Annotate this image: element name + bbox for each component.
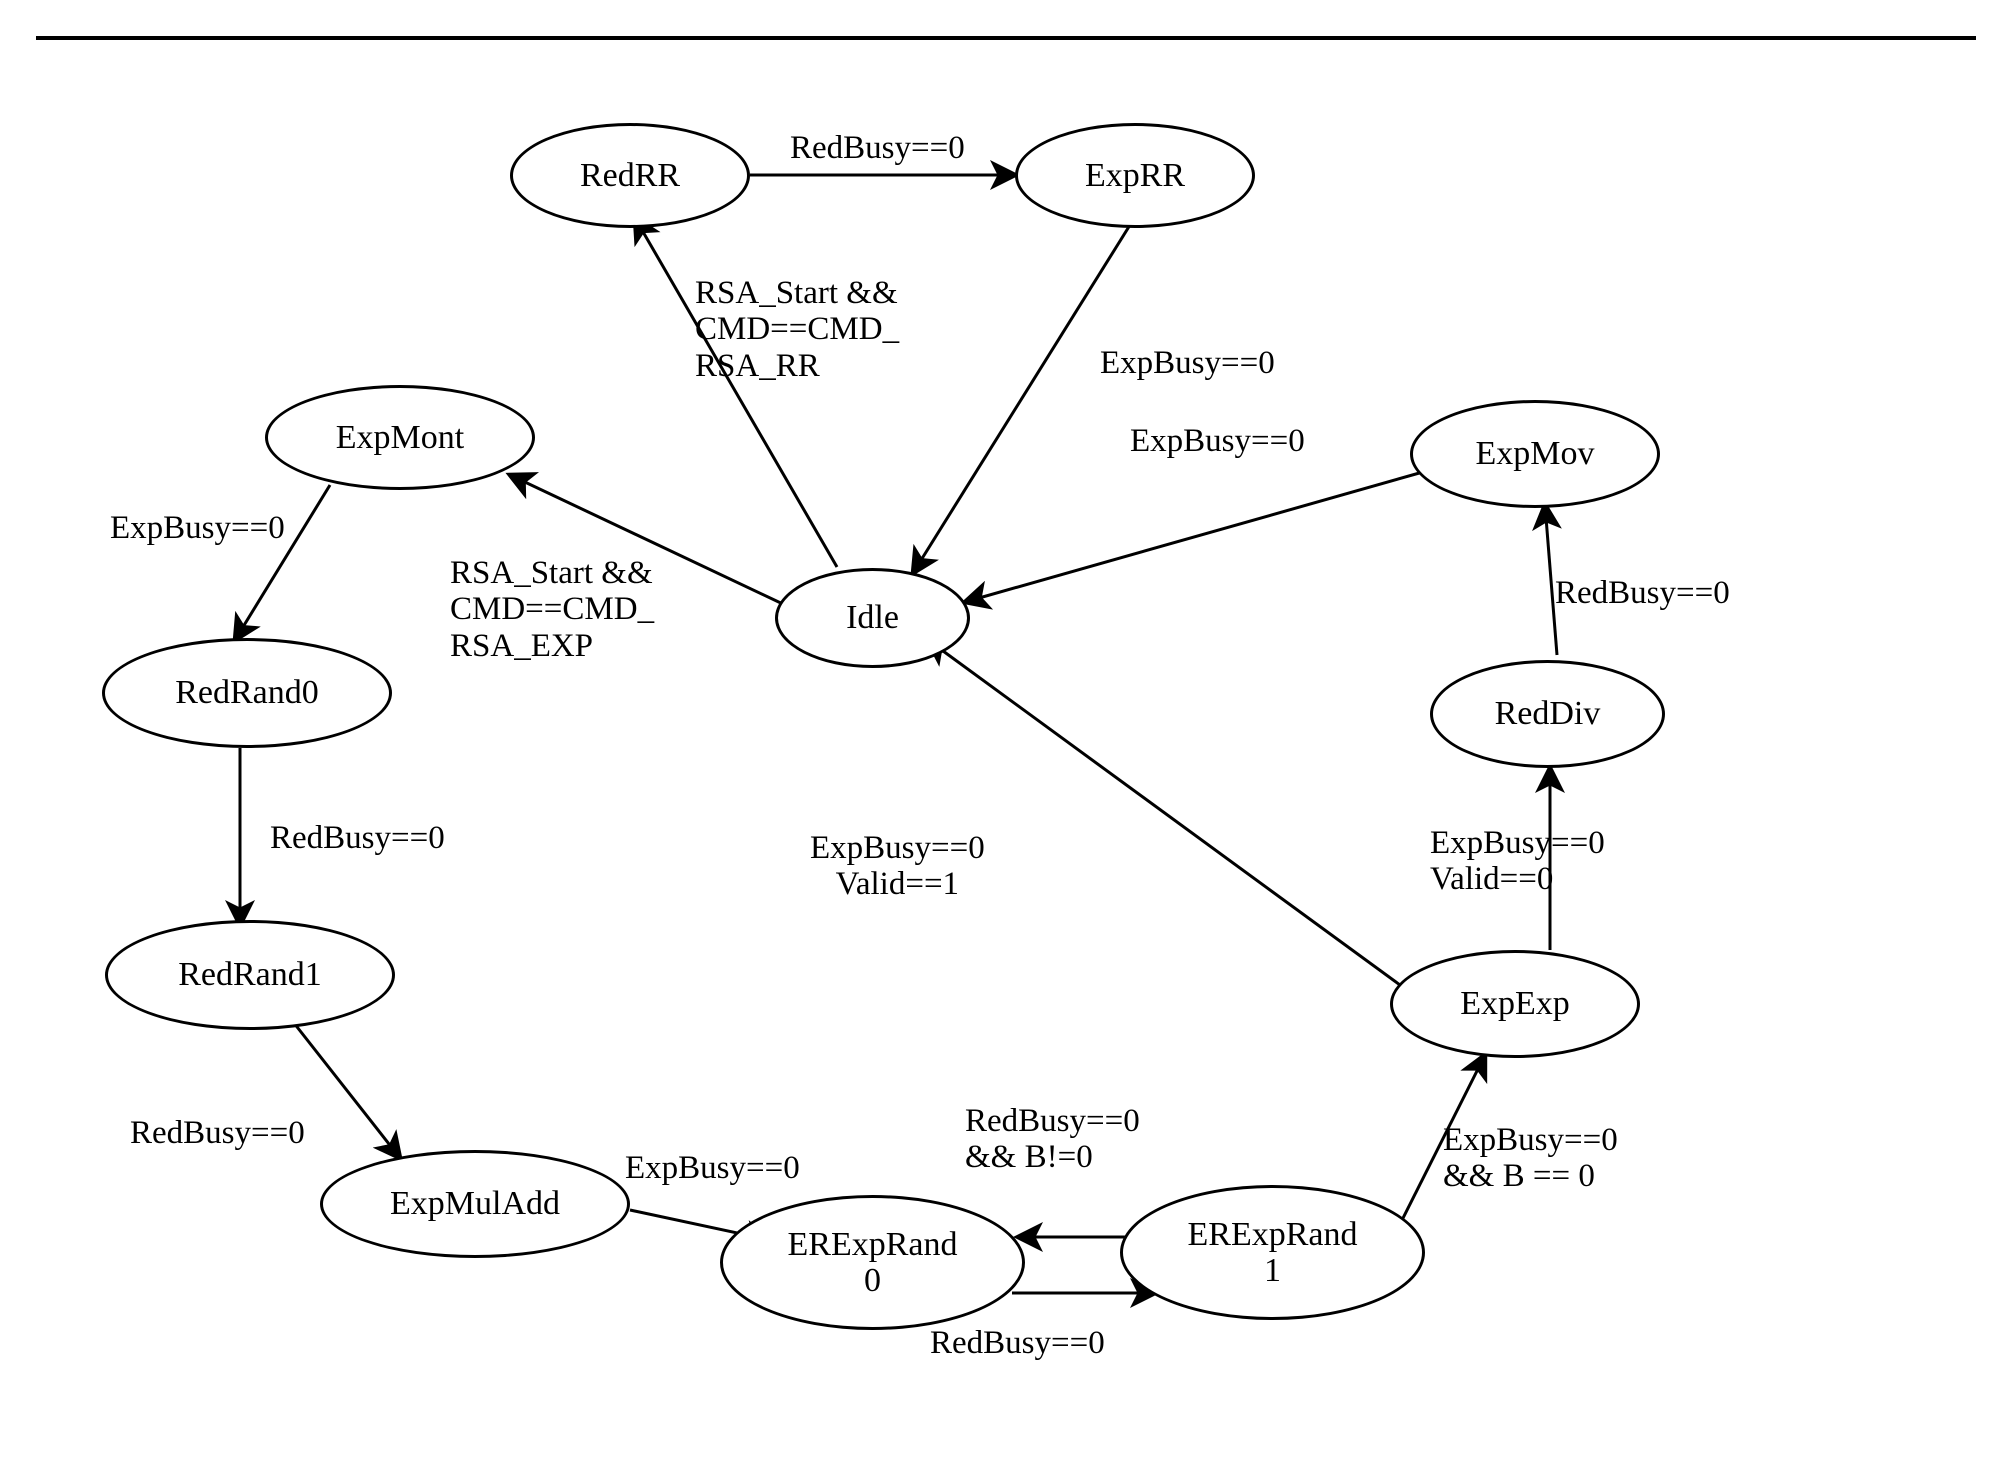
label-expexp-to-idle: ExpBusy==0 Valid==1 — [810, 830, 985, 903]
state-redrand0: RedRand0 — [102, 638, 392, 748]
state-label: RedRand0 — [175, 675, 319, 711]
state-redrr: RedRR — [510, 123, 750, 228]
label-reddiv-to-expmov: RedBusy==0 — [1555, 575, 1730, 611]
label-idle-to-expmont: RSA_Start && CMD==CMD_ RSA_EXP — [450, 555, 654, 664]
state-label: ExpMov — [1476, 436, 1595, 472]
label-expmov-to-idle: ExpBusy==0 — [1130, 423, 1305, 459]
state-reddiv: RedDiv — [1430, 660, 1665, 768]
state-expmov: ExpMov — [1410, 400, 1660, 508]
state-label: ExpExp — [1460, 986, 1570, 1022]
state-label: RedRR — [580, 158, 680, 194]
state-label: RedDiv — [1495, 696, 1601, 732]
label-expmont-to-redrand0: ExpBusy==0 — [110, 510, 285, 546]
state-expmuladd: ExpMulAdd — [320, 1150, 630, 1258]
state-expexp: ExpExp — [1390, 950, 1640, 1058]
state-idle: Idle — [775, 568, 970, 668]
state-erexprand1: ERExpRand 1 — [1120, 1185, 1425, 1320]
state-erexprand0: ERExpRand 0 — [720, 1195, 1025, 1330]
label-expexp-to-reddiv: ExpBusy==0 Valid==0 — [1430, 825, 1605, 898]
state-exprr: ExpRR — [1015, 123, 1255, 228]
label-redrand1-to-expmuladd: RedBusy==0 — [130, 1115, 305, 1151]
state-expmont: ExpMont — [265, 385, 535, 490]
label-expmuladd-to-erexprand0: ExpBusy==0 — [625, 1150, 800, 1186]
state-label: Idle — [846, 600, 899, 636]
label-redrr-to-exprr: RedBusy==0 — [790, 130, 965, 166]
label-erexprand1-to-expexp: ExpBusy==0 && B == 0 — [1443, 1122, 1618, 1195]
state-label: ExpMont — [336, 420, 464, 456]
state-label: ExpRR — [1085, 158, 1185, 194]
state-redrand1: RedRand1 — [105, 920, 395, 1030]
state-label: ExpMulAdd — [390, 1186, 560, 1222]
label-erexprand1-to-erexprand0: RedBusy==0 && B!=0 — [965, 1103, 1140, 1176]
label-exprr-to-idle: ExpBusy==0 — [1100, 345, 1275, 381]
state-label: RedRand1 — [178, 957, 322, 993]
label-redrand0-to-redrand1: RedBusy==0 — [270, 820, 445, 856]
label-idle-to-redrr: RSA_Start && CMD==CMD_ RSA_RR — [695, 275, 899, 384]
label-erexprand0-to-erexprand1: RedBusy==0 — [930, 1325, 1105, 1361]
state-diagram: Idle RedRR ExpRR ExpMont RedRand0 RedRan… — [0, 0, 2012, 1459]
state-label: ERExpRand 0 — [788, 1227, 958, 1298]
state-label: ERExpRand 1 — [1188, 1217, 1358, 1288]
